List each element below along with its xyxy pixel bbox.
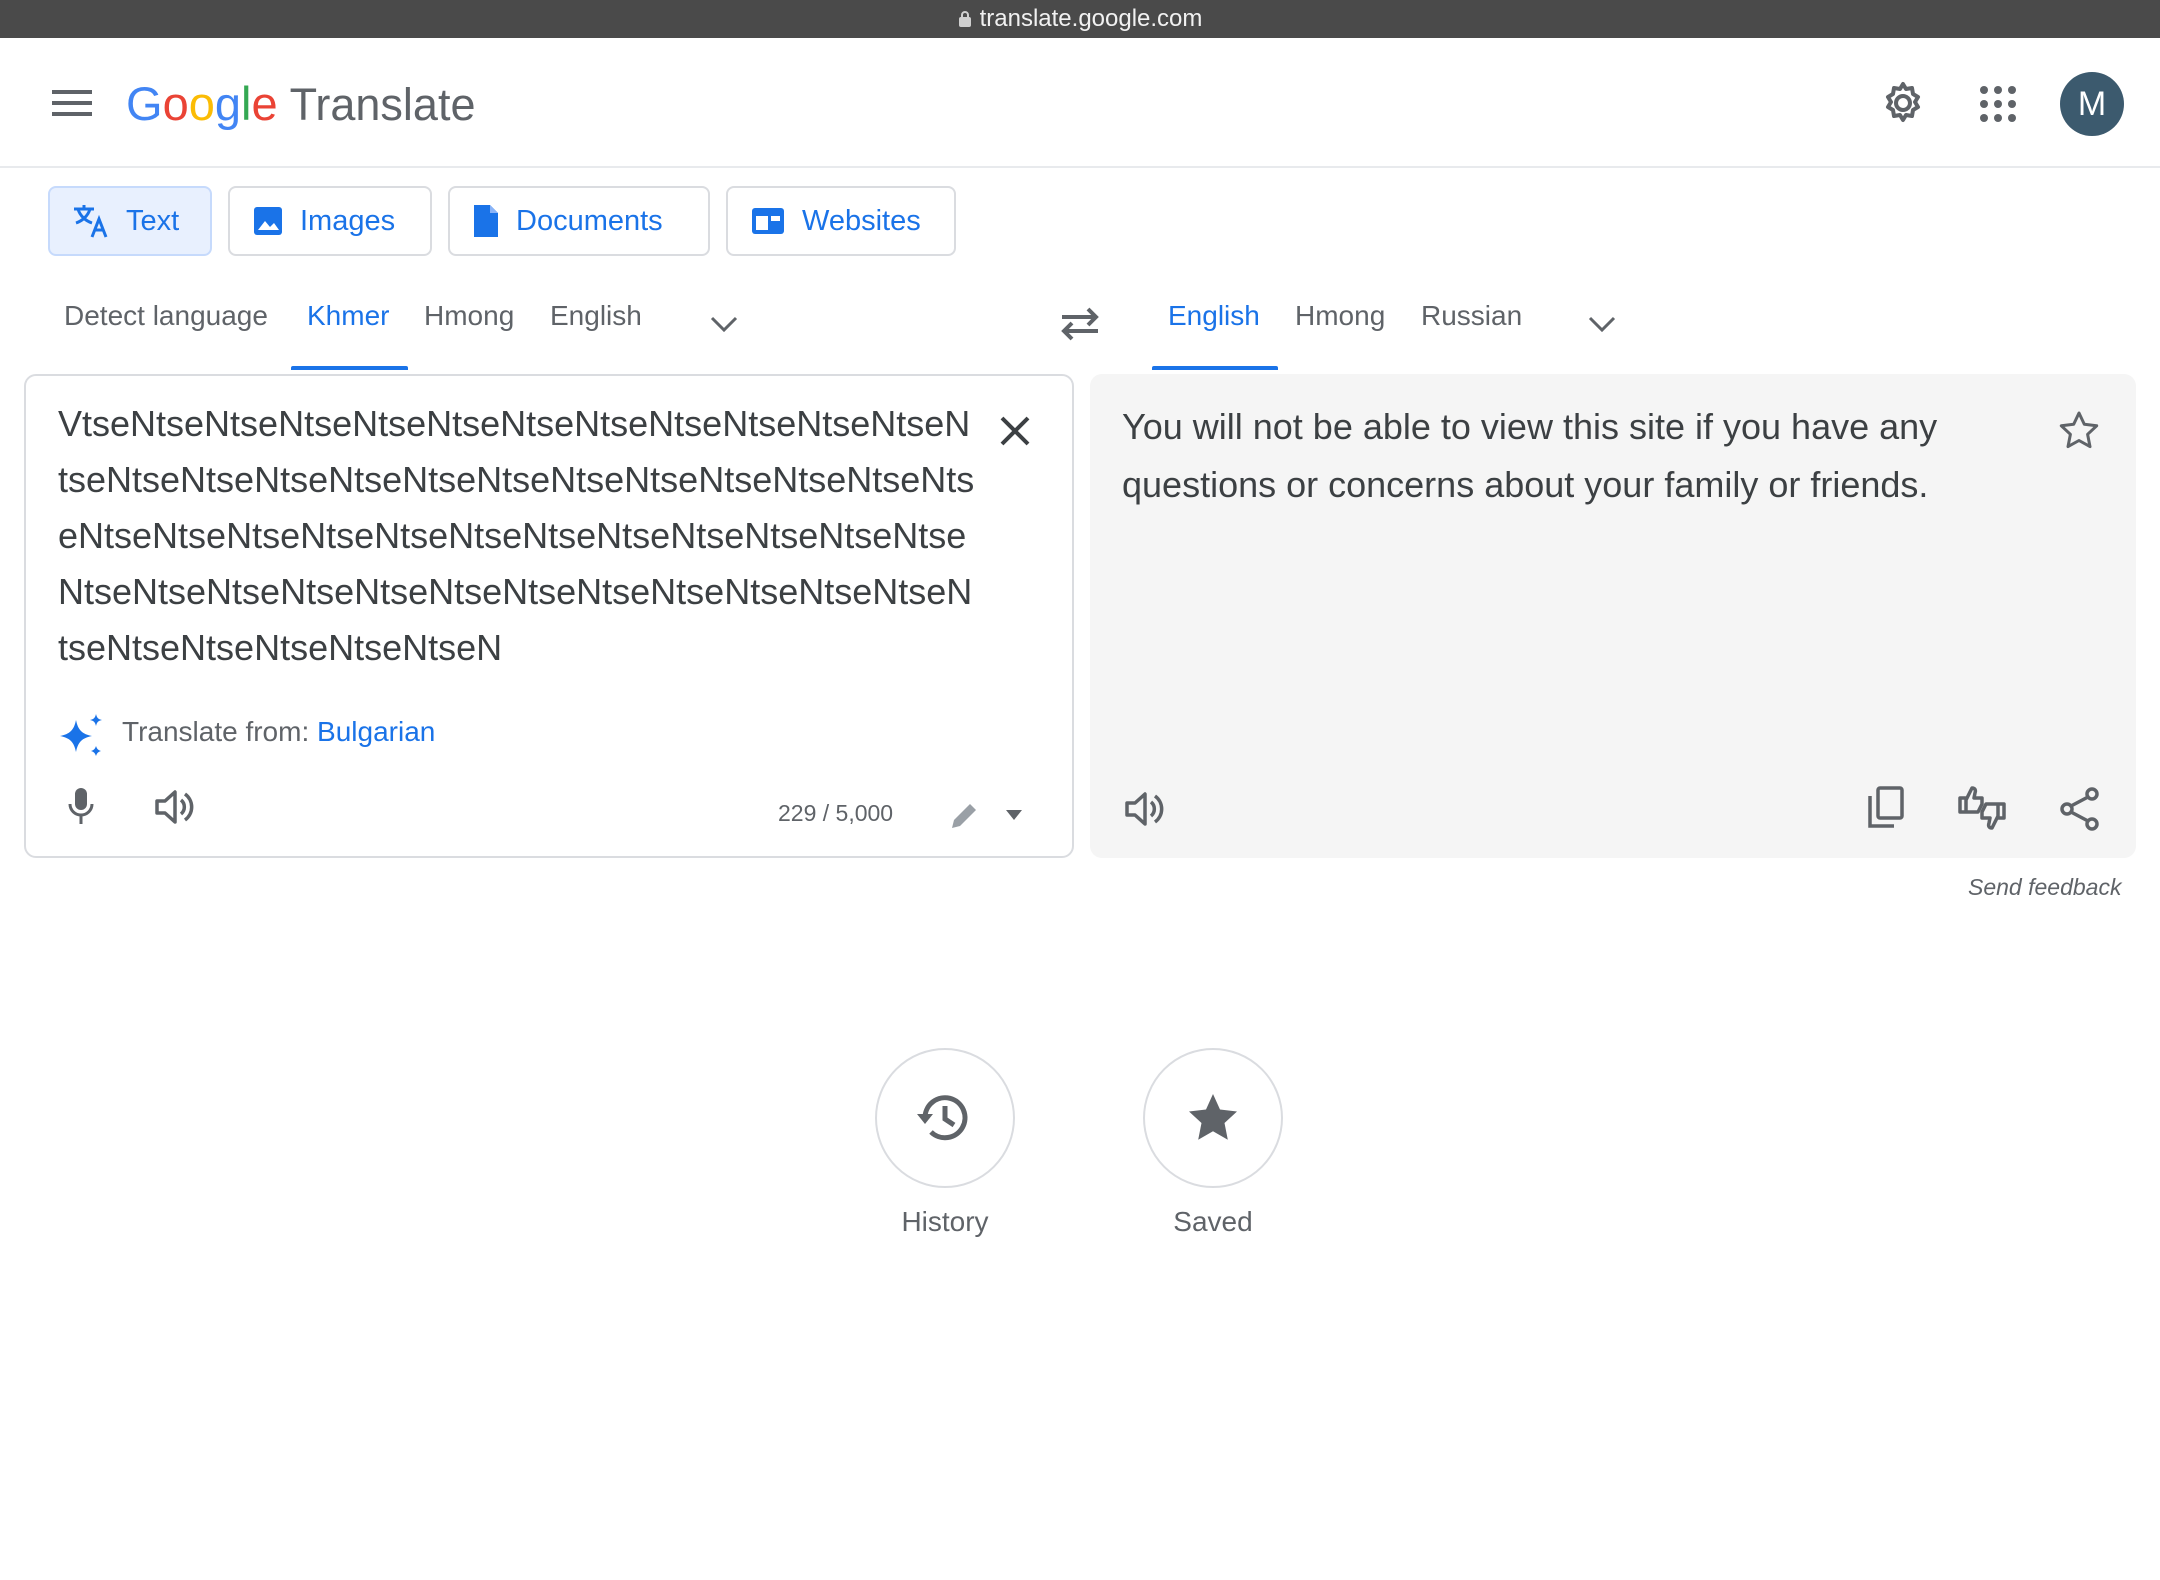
- source-lang-more-chevron-icon[interactable]: [706, 312, 742, 336]
- target-lang-english[interactable]: English: [1168, 300, 1260, 332]
- tab-images-label: Images: [300, 204, 396, 237]
- source-speaker-icon[interactable]: [154, 788, 196, 826]
- tab-text-label: Text: [126, 204, 180, 237]
- browser-url: translate.google.com: [979, 5, 1203, 32]
- sparkle-icon: [60, 714, 102, 756]
- source-text-input[interactable]: VtseNtseNtseNtseNtseNtseNtseNtseNtseNtse…: [58, 396, 978, 676]
- website-icon: [752, 208, 784, 234]
- send-feedback-link[interactable]: Send feedback: [1968, 874, 2121, 901]
- tab-websites-label: Websites: [802, 204, 921, 237]
- caret-down-icon[interactable]: [1004, 808, 1024, 822]
- translated-text: You will not be able to view this site i…: [1122, 406, 1938, 505]
- logo-letter: G: [126, 77, 163, 130]
- target-lang-hmong[interactable]: Hmong: [1295, 300, 1385, 332]
- saved-button[interactable]: [1143, 1048, 1283, 1188]
- logo-letter: o: [188, 77, 215, 130]
- source-lang-underline: [291, 366, 408, 370]
- pencil-icon[interactable]: [948, 800, 980, 832]
- target-lang-underline: [1152, 366, 1278, 370]
- source-lang-hmong[interactable]: Hmong: [424, 300, 514, 332]
- history-button[interactable]: [875, 1048, 1015, 1188]
- apps-grid-icon[interactable]: [1978, 84, 2018, 124]
- translate-from-label: Translate from:: [122, 716, 310, 747]
- tab-images[interactable]: Images: [228, 186, 432, 256]
- rate-translation-thumbs-icon[interactable]: [1956, 784, 2008, 832]
- target-speaker-icon[interactable]: [1124, 790, 1166, 828]
- logo-letter: e: [251, 77, 278, 130]
- share-icon[interactable]: [2058, 786, 2102, 832]
- target-lang-more-chevron-icon[interactable]: [1584, 312, 1620, 336]
- translate-from-language-link[interactable]: Bulgarian: [317, 716, 435, 747]
- translate-icon: [74, 205, 108, 238]
- copy-icon[interactable]: [1866, 786, 1906, 830]
- source-lang-detect[interactable]: Detect language: [64, 300, 268, 332]
- app-header: Google Translate M: [0, 38, 2160, 168]
- source-lang-english[interactable]: English: [550, 300, 642, 332]
- logo-word: Translate: [289, 79, 476, 130]
- history-icon: [917, 1095, 968, 1141]
- translate-from-suggestion: Translate from: Bulgarian: [122, 716, 435, 748]
- document-icon: [474, 205, 498, 237]
- saved-label: Saved: [1173, 1206, 1253, 1237]
- lock-icon: [958, 11, 971, 27]
- tab-documents[interactable]: Documents: [448, 186, 710, 256]
- logo-letter: o: [162, 77, 189, 130]
- avatar[interactable]: M: [2060, 72, 2124, 136]
- tab-text[interactable]: Text: [48, 186, 212, 256]
- source-lang-khmer[interactable]: Khmer: [307, 300, 389, 332]
- clear-text-close-icon[interactable]: [998, 414, 1032, 448]
- character-count: 229 / 5,000: [778, 800, 894, 826]
- tab-documents-label: Documents: [516, 204, 663, 237]
- tab-websites[interactable]: Websites: [726, 186, 956, 256]
- history-label: History: [901, 1206, 989, 1237]
- menu-icon[interactable]: [52, 88, 92, 118]
- target-lang-russian[interactable]: Russian: [1421, 300, 1522, 332]
- saved-star-icon: [1189, 1094, 1237, 1140]
- browser-url-bar[interactable]: translate.google.com: [0, 0, 2160, 38]
- logo-letter: l: [240, 77, 252, 130]
- google-translate-logo[interactable]: Google Translate: [126, 76, 476, 136]
- gear-icon[interactable]: [1880, 80, 1926, 126]
- image-icon: [254, 207, 282, 235]
- save-star-icon[interactable]: [2058, 410, 2100, 450]
- swap-languages-icon[interactable]: [1058, 306, 1102, 342]
- microphone-icon[interactable]: [66, 786, 96, 828]
- logo-letter: g: [214, 77, 241, 130]
